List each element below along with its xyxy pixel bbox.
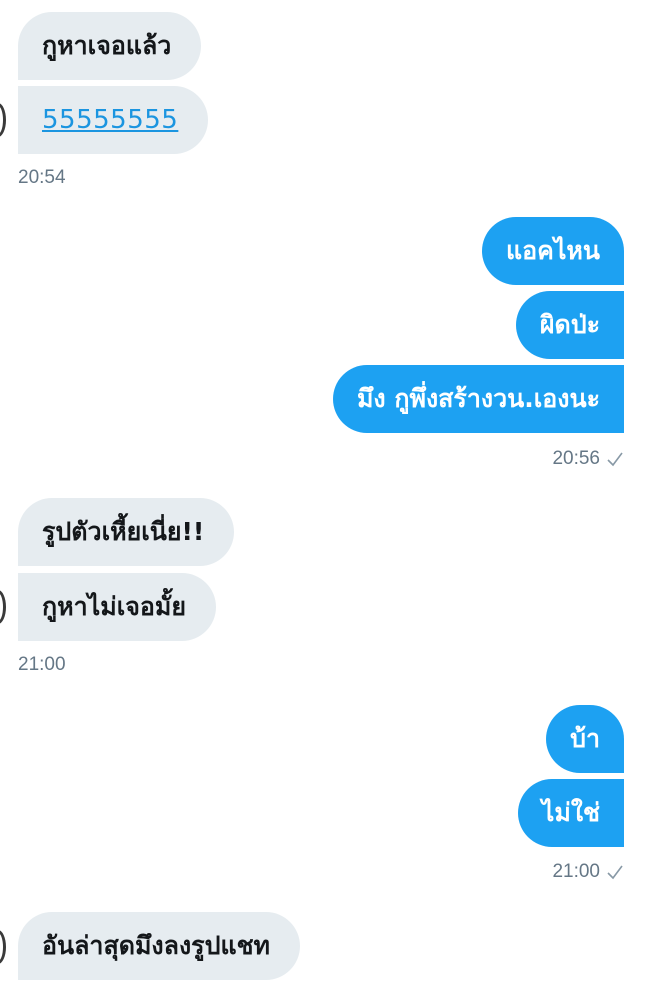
message-timestamp: 20:56 (552, 448, 624, 470)
message-timestamp: 21:00 (552, 861, 624, 883)
message-bubble-incoming[interactable]: กูหาไม่เจอมั้ย (18, 573, 217, 641)
message-bubble-outgoing[interactable]: มึง กูพึ่งสร้างวน.เองนะ (332, 365, 624, 433)
message-bubble-outgoing[interactable]: ไม่ใช่ (517, 779, 624, 847)
message-bubble-incoming[interactable]: กูหาเจอแล้ว (18, 12, 202, 80)
message-timestamp: 21:00 (18, 654, 66, 675)
message-bubble-outgoing[interactable]: ผิดป่ะ (515, 291, 624, 359)
message-text: มึง กูพึ่งสร้างวน.เองนะ (356, 384, 600, 413)
message-bubble-incoming[interactable]: 55555555 (18, 86, 209, 154)
message-text: แอคไหน (506, 236, 600, 265)
checkmark-icon (607, 865, 623, 880)
avatar-icon[interactable] (0, 930, 6, 964)
message-bubble-incoming[interactable]: รูปตัวเหี้ยเนี่ย!! (18, 498, 235, 566)
timestamp-text: 20:56 (552, 448, 600, 469)
checkmark-icon (607, 452, 623, 467)
message-bubble-incoming[interactable]: อันล่าสุดมึงลงรูปแชท (18, 912, 301, 980)
message-text: รูปตัวเหี้ยเนี่ย!! (42, 517, 205, 546)
message-bubble-outgoing[interactable]: แอคไหน (482, 217, 624, 285)
message-text: ผิดป่ะ (539, 310, 600, 339)
avatar-icon[interactable] (0, 103, 6, 137)
message-timestamp: 20:54 (18, 167, 66, 188)
message-text: ไม่ใช่ (541, 798, 600, 827)
message-text: กูหาไม่เจอมั้ย (42, 592, 187, 621)
timestamp-text: 21:00 (552, 861, 600, 882)
message-text: บ้า (570, 724, 600, 753)
message-text: กูหาเจอแล้ว (42, 31, 172, 60)
message-link[interactable]: 55555555 (42, 105, 178, 135)
message-bubble-outgoing[interactable]: บ้า (546, 705, 624, 773)
avatar-icon[interactable] (0, 590, 6, 624)
message-text: อันล่าสุดมึงลงรูปแชท (42, 931, 271, 960)
